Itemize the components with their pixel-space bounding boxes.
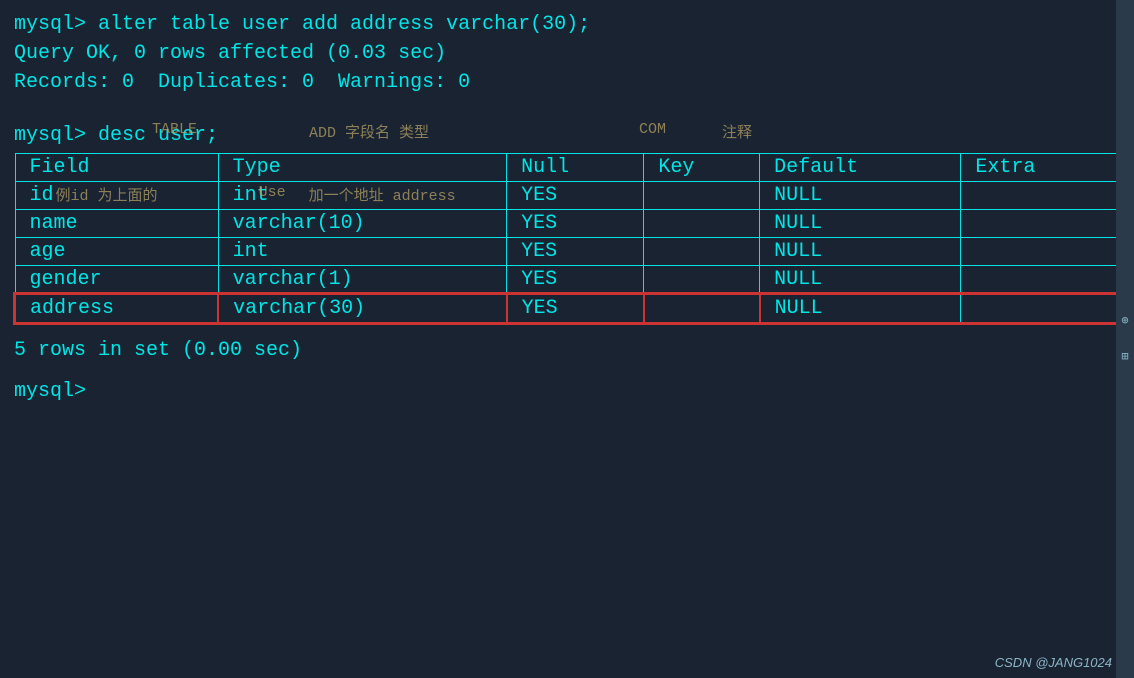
cell-age-default: NULL [760, 238, 961, 266]
col-null: Null [507, 154, 644, 182]
cell-id-null: YES [507, 182, 644, 210]
cell-name-key [644, 210, 760, 238]
scroll-icon-2[interactable]: ⊞ [1117, 349, 1133, 365]
overlay-example-label: 例id 为上面的 [56, 184, 158, 205]
table-row-gender: gender varchar(1) YES NULL [15, 266, 1120, 295]
cell-age-null: YES [507, 238, 644, 266]
col-type: Type [218, 154, 507, 182]
cell-age-key [644, 238, 760, 266]
col-field: Field [15, 154, 218, 182]
cell-address-extra [961, 294, 1120, 323]
cell-id-default: NULL [760, 182, 961, 210]
table-header-row: Field Type Null Key Default Extra [15, 154, 1120, 182]
cell-name-extra [961, 210, 1120, 238]
cell-name-default: NULL [760, 210, 961, 238]
terminal-window: mysql> alter table user add address varc… [0, 0, 1134, 678]
scrollbar-panel: ⊕ ⊞ [1116, 0, 1134, 678]
cell-id-extra [961, 182, 1120, 210]
cell-name-field: name [15, 210, 218, 238]
cell-gender-type: varchar(1) [218, 266, 507, 295]
overlay-use-label: Use [259, 184, 286, 201]
rows-in-set-line: 5 rows in set (0.00 sec) [14, 336, 1120, 365]
cell-address-key [644, 294, 760, 323]
overlay-add-field-label: 加一个地址 address [309, 184, 456, 205]
scroll-icon-1[interactable]: ⊕ [1117, 313, 1133, 329]
cell-gender-default: NULL [760, 266, 961, 295]
cell-id-field: id 例id 为上面的 [15, 182, 218, 210]
cell-id-type: int Use 加一个地址 address [218, 182, 507, 210]
cell-address-default: NULL [760, 294, 961, 323]
table-row-name: name varchar(10) YES NULL [15, 210, 1120, 238]
cell-name-type: varchar(10) [218, 210, 507, 238]
cell-address-null: YES [507, 294, 644, 323]
cell-gender-field: gender [15, 266, 218, 295]
query-ok-line: Query OK, 0 rows affected (0.03 sec) [14, 39, 1120, 68]
cell-address-field: address [15, 294, 218, 323]
cell-id-key [644, 182, 760, 210]
table-row-age: age int YES NULL [15, 238, 1120, 266]
mysql-result-table: Field Type Null Key Default Extra id 例id… [14, 153, 1120, 324]
desc-command: mysql> desc user; [14, 121, 1120, 150]
watermark: CSDN @JANG1024 [995, 655, 1112, 670]
cell-age-extra [961, 238, 1120, 266]
col-default: Default [760, 154, 961, 182]
cell-gender-null: YES [507, 266, 644, 295]
cell-gender-key [644, 266, 760, 295]
final-prompt: mysql> [14, 377, 1120, 406]
cell-address-type: varchar(30) [218, 294, 507, 323]
desc-table: Field Type Null Key Default Extra id 例id… [14, 153, 1120, 324]
cell-name-null: YES [507, 210, 644, 238]
col-key: Key [644, 154, 760, 182]
col-extra: Extra [961, 154, 1120, 182]
cell-gender-extra [961, 266, 1120, 295]
cell-age-type: int [218, 238, 507, 266]
command-line-1: mysql> alter table user add address varc… [14, 10, 1120, 39]
table-row-address: address varchar(30) YES NULL [15, 294, 1120, 323]
cell-age-field: age [15, 238, 218, 266]
records-line: Records: 0 Duplicates: 0 Warnings: 0 [14, 68, 1120, 97]
table-row-id: id 例id 为上面的 int Use 加一个地址 address YES NU… [15, 182, 1120, 210]
